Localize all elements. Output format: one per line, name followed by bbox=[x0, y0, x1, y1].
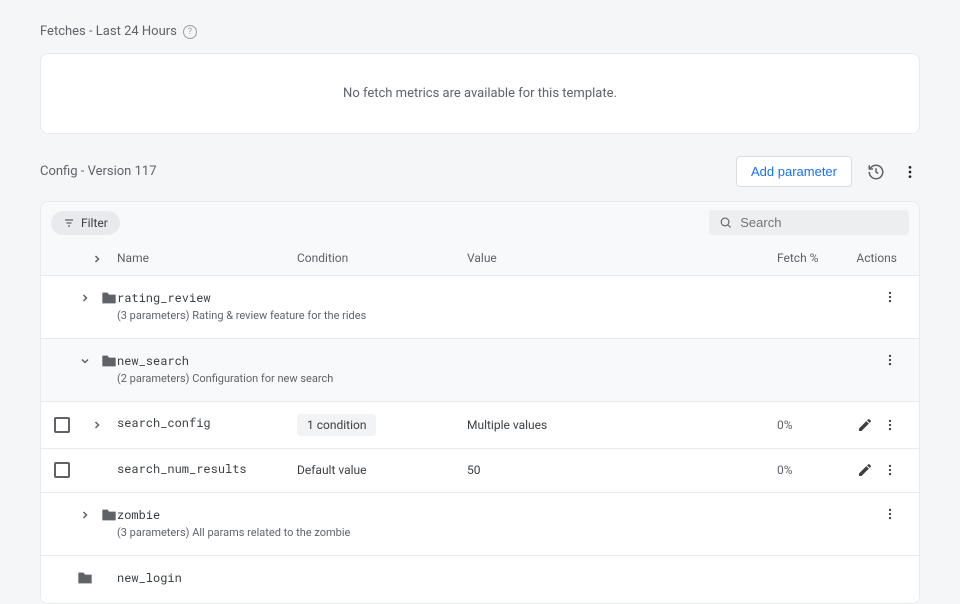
col-value: Value bbox=[467, 251, 777, 267]
add-parameter-button[interactable]: Add parameter bbox=[736, 156, 852, 187]
fetches-empty-message: No fetch metrics are available for this … bbox=[343, 86, 617, 101]
filter-chip[interactable]: Filter bbox=[51, 211, 120, 235]
group-row[interactable]: rating_review (3 parameters) Rating & re… bbox=[41, 276, 919, 339]
value-cell: 50 bbox=[467, 463, 777, 477]
param-name: search_num_results bbox=[117, 461, 297, 477]
config-title: Config - Version 117 bbox=[40, 164, 157, 179]
folder-icon bbox=[77, 570, 93, 586]
group-desc: (3 parameters) All params related to the… bbox=[117, 526, 837, 541]
help-icon[interactable]: ? bbox=[183, 25, 197, 39]
search-input[interactable] bbox=[740, 215, 899, 230]
history-icon[interactable] bbox=[866, 162, 886, 182]
search-icon bbox=[719, 215, 732, 230]
param-row[interactable]: search_num_results Default value 50 0% bbox=[41, 449, 919, 493]
group-name: zombie bbox=[117, 507, 837, 523]
fetch-cell: 0% bbox=[777, 463, 837, 477]
config-bar: Config - Version 117 Add parameter bbox=[40, 156, 920, 187]
group-name: new_login bbox=[117, 570, 837, 586]
row-more-icon[interactable] bbox=[883, 418, 897, 432]
row-more-icon[interactable] bbox=[883, 507, 897, 521]
col-name: Name bbox=[117, 251, 297, 267]
chevron-down-icon[interactable] bbox=[77, 353, 93, 369]
col-fetch: Fetch % bbox=[777, 251, 837, 267]
group-row[interactable]: new_login bbox=[41, 556, 919, 603]
folder-icon bbox=[101, 290, 117, 306]
table-toolbar: Filter bbox=[41, 202, 919, 243]
group-row[interactable]: zombie (3 parameters) All params related… bbox=[41, 493, 919, 556]
param-row[interactable]: search_config 1 condition Multiple value… bbox=[41, 402, 919, 449]
row-more-icon[interactable] bbox=[883, 463, 897, 477]
value-cell: Multiple values bbox=[467, 418, 777, 432]
group-desc: (3 parameters) Rating & review feature f… bbox=[117, 309, 837, 324]
fetches-header: Fetches - Last 24 Hours ? bbox=[40, 24, 920, 39]
chevron-right-icon[interactable] bbox=[89, 417, 105, 433]
search-box[interactable] bbox=[709, 210, 909, 235]
folder-icon bbox=[101, 507, 117, 523]
fetch-cell: 0% bbox=[777, 418, 837, 432]
fetches-empty-card: No fetch metrics are available for this … bbox=[40, 53, 920, 134]
group-desc: (2 parameters) Configuration for new sea… bbox=[117, 372, 837, 387]
group-name: new_search bbox=[117, 353, 837, 369]
chevron-right-icon[interactable] bbox=[77, 290, 93, 306]
column-header-row: Name Condition Value Fetch % Actions bbox=[41, 243, 919, 276]
folder-icon bbox=[101, 353, 117, 369]
row-more-icon[interactable] bbox=[883, 353, 897, 367]
param-name: search_config bbox=[117, 415, 297, 431]
row-more-icon[interactable] bbox=[883, 290, 897, 304]
config-table: Filter Name Condition Value Fetch % Acti… bbox=[40, 201, 920, 604]
row-checkbox[interactable] bbox=[54, 417, 70, 433]
condition-text: Default value bbox=[297, 463, 367, 477]
edit-icon[interactable] bbox=[857, 417, 873, 433]
group-name: rating_review bbox=[117, 290, 837, 306]
filter-icon bbox=[63, 217, 75, 229]
edit-icon[interactable] bbox=[857, 462, 873, 478]
group-row[interactable]: new_search (2 parameters) Configuration … bbox=[41, 339, 919, 402]
fetches-title: Fetches - Last 24 Hours bbox=[40, 24, 177, 39]
row-checkbox[interactable] bbox=[54, 462, 70, 478]
col-condition: Condition bbox=[297, 251, 467, 267]
more-icon[interactable] bbox=[900, 162, 920, 182]
expand-all-toggle[interactable] bbox=[89, 251, 105, 267]
filter-label: Filter bbox=[81, 216, 108, 230]
chevron-right-icon[interactable] bbox=[77, 507, 93, 523]
condition-chip: 1 condition bbox=[297, 414, 376, 436]
col-actions: Actions bbox=[837, 251, 897, 267]
